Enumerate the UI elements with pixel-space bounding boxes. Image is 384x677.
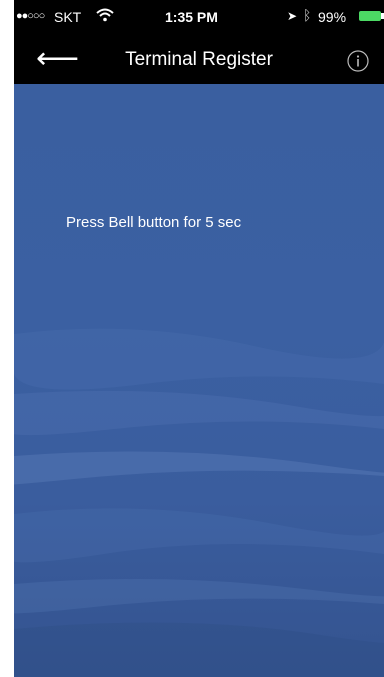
instruction-text: Press Bell button for 5 sec	[66, 214, 242, 231]
location-arrow-icon: ➤	[287, 9, 298, 23]
battery-percentage: 99%	[318, 9, 347, 25]
carrier-name: SKT	[54, 9, 82, 25]
wifi-icon	[96, 8, 114, 22]
status-bar: ●●○○○ SKT 1:35 PM ➤ ᛒ 99%	[14, 0, 384, 38]
main-content: Press Bell button for 5 sec	[14, 84, 384, 677]
bluetooth-icon: ᛒ	[303, 7, 312, 23]
navigation-bar: ⟵ Terminal Register	[14, 38, 384, 84]
page-title: Terminal Register	[125, 49, 273, 70]
battery-icon	[359, 11, 381, 21]
status-time: 1:35 PM	[165, 9, 218, 25]
info-icon[interactable]	[347, 50, 369, 72]
phone-screen: ●●○○○ SKT 1:35 PM ➤ ᛒ 99% ⟵ Terminal Reg…	[14, 0, 384, 677]
wave-background	[14, 328, 384, 677]
signal-strength-icon: ●●○○○	[16, 10, 45, 22]
